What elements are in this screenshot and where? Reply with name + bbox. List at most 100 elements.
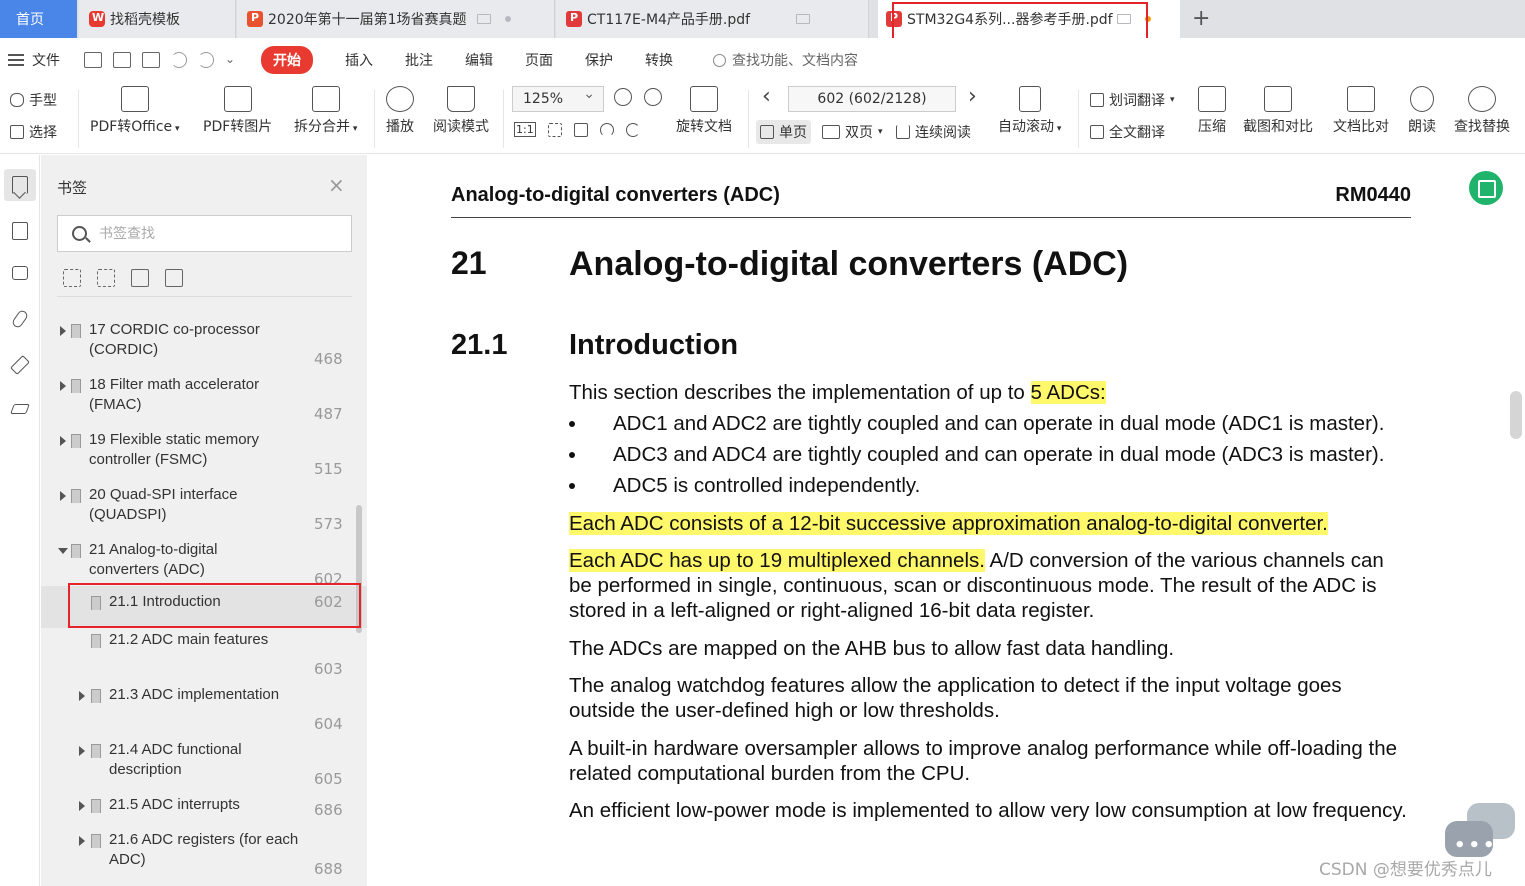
zoom-in-button[interactable] [644,88,662,110]
bookmark-item[interactable]: 19 Flexible static memory controller (FS… [41,428,367,482]
menu-protect[interactable]: 保护 [585,50,613,70]
page-number-input[interactable]: 602 (602/2128) [788,86,956,112]
continuous-read-button[interactable]: 连续阅读 [896,122,971,142]
chat-icon[interactable]: ••• [1445,803,1517,861]
bookmark-item[interactable]: 21.5 ADC interrupts 686 [41,793,367,828]
feature-search[interactable]: 查找功能、文档内容 [713,50,858,70]
close-icon[interactable]: × [328,173,345,197]
print-icon[interactable] [142,52,160,68]
monitor-icon [476,14,491,24]
double-page-label: 双页 [845,125,873,141]
save-icon[interactable] [113,52,131,68]
section-number: 21.1 [451,329,508,361]
bookmark-item[interactable]: 17 CORDIC co-processor (CORDIC) 468 [41,318,367,372]
bookmark-item[interactable]: 21.4 ADC functional description 605 [41,738,367,792]
menu-annotate[interactable]: 批注 [405,50,433,70]
signature-panel-button[interactable] [4,349,36,381]
word-translate-button[interactable]: 划词翻译 ▾ [1090,90,1175,110]
bullet-text: ADC1 and ADC2 are tightly coupled and ca… [613,412,1385,435]
menu-edit[interactable]: 编辑 [465,50,493,70]
pdf-to-image-label: PDF转图片 [203,119,273,135]
bookmark-search[interactable] [57,215,352,252]
pdf-to-office-icon [120,86,149,112]
expand-arrow-icon[interactable] [60,381,66,391]
layers-icon [10,404,30,414]
thumbnail-panel-button[interactable] [4,215,36,247]
play-button[interactable]: 播放 [386,86,414,136]
menu-page[interactable]: 页面 [525,50,553,70]
read-aloud-button[interactable]: 朗读 [1408,86,1436,136]
add-bookmark-icon[interactable] [131,269,149,287]
prev-page-button[interactable]: ‹ [762,84,771,109]
redo-icon[interactable] [198,52,214,68]
expand-arrow-icon[interactable] [79,691,85,701]
menu-insert[interactable]: 插入 [345,50,373,70]
collapse-all-icon[interactable] [97,269,115,287]
single-page-button[interactable]: 单页 [756,120,811,144]
bookmark-icon [91,744,101,758]
bookmark-item[interactable]: 21.3 ADC implementation 604 [41,683,367,737]
bookmark-item[interactable]: 18 Filter math accelerator (FMAC) 487 [41,373,367,427]
double-page-button[interactable]: 双页 ▾ [822,122,883,142]
chat-dots: ••• [1454,835,1498,856]
new-tab-button[interactable]: + [1192,6,1210,31]
attachment-panel-button[interactable] [4,303,36,335]
book-icon [447,86,475,112]
expand-arrow-icon[interactable] [60,326,66,336]
paragraph: A built-in hardware oversampler allows t… [569,737,1398,785]
tab-dot-icon[interactable] [504,16,511,22]
menu-convert[interactable]: 转换 [645,50,673,70]
compress-button[interactable]: 压缩 [1198,86,1226,136]
pdf-to-office-button[interactable]: PDF转Office ▾ [90,86,180,136]
monitor-icon [796,14,811,24]
chevron-down-icon[interactable]: ⌄ [225,52,237,68]
doc-compare-button[interactable]: 文档比对 [1333,86,1389,136]
bookmark-item[interactable]: 21.6 ADC registers (for each ADC) 688 [41,828,367,882]
expand-arrow-icon[interactable] [60,436,66,446]
next-page-button[interactable]: › [968,84,977,109]
table-float-button[interactable] [1469,171,1503,205]
doc-code: RM0440 [1335,184,1411,206]
rotate-right-icon[interactable] [625,122,640,137]
bookmark-panel-button[interactable] [4,169,36,201]
tab-home[interactable]: 首页 [0,0,77,38]
rotate-doc-button[interactable]: 旋转文档 [676,86,732,136]
fit-page-icon[interactable] [547,122,562,137]
bookmark-search-input[interactable] [99,225,329,242]
tab-ppt[interactable]: 2020年第十一届第1场省赛真题 [237,0,555,38]
screenshot-compare-button[interactable]: 截图和对比 [1243,86,1313,136]
expand-arrow-icon[interactable] [79,801,85,811]
expand-arrow-icon[interactable] [60,491,66,501]
bookmark-item[interactable]: 21.2 ADC main features 603 [41,628,367,682]
zoom-select[interactable]: 125% [512,86,604,112]
undo-icon[interactable] [171,52,187,68]
rotate-left-icon[interactable] [599,122,614,137]
split-merge-button[interactable]: 拆分合并 ▾ [294,86,357,136]
fit-width-icon[interactable] [573,122,588,137]
select-tool-button[interactable]: 选择 [10,122,57,142]
pdf-to-image-button[interactable]: PDF转图片 [203,86,272,136]
quick-access-toolbar: ⌄ [84,52,237,68]
delete-bookmark-icon[interactable] [165,269,183,287]
bookmark-item[interactable]: 20 Quad-SPI interface (QUADSPI) 573 [41,483,367,537]
open-folder-icon[interactable] [84,52,102,68]
document-scrollbar[interactable] [1510,391,1522,439]
auto-scroll-button[interactable]: 自动滚动 ▾ [998,86,1061,136]
menu-start[interactable]: 开始 [261,46,313,74]
actual-size-icon[interactable]: 1:1 [514,122,536,137]
hand-tool-button[interactable]: 手型 [10,90,57,110]
expand-all-icon[interactable] [63,269,81,287]
file-menu[interactable]: 文件 [8,50,60,70]
layers-panel-button[interactable] [4,393,36,425]
zoom-out-button[interactable] [614,88,632,110]
comment-panel-button[interactable] [4,259,36,291]
tab-ct117e-pdf[interactable]: CT117E-M4产品手册.pdf [556,0,869,38]
find-replace-button[interactable]: 查找替换 [1454,86,1510,136]
tab-template[interactable]: 找稻壳模板 [79,0,236,38]
collapse-arrow-icon[interactable] [58,548,68,554]
expand-arrow-icon[interactable] [79,836,85,846]
read-mode-button[interactable]: 阅读模式 [433,86,489,136]
full-translate-button[interactable]: 全文翻译 [1090,122,1165,142]
expand-arrow-icon[interactable] [79,746,85,756]
document-viewport[interactable]: Analog-to-digital converters (ADC) RM044… [369,155,1525,886]
